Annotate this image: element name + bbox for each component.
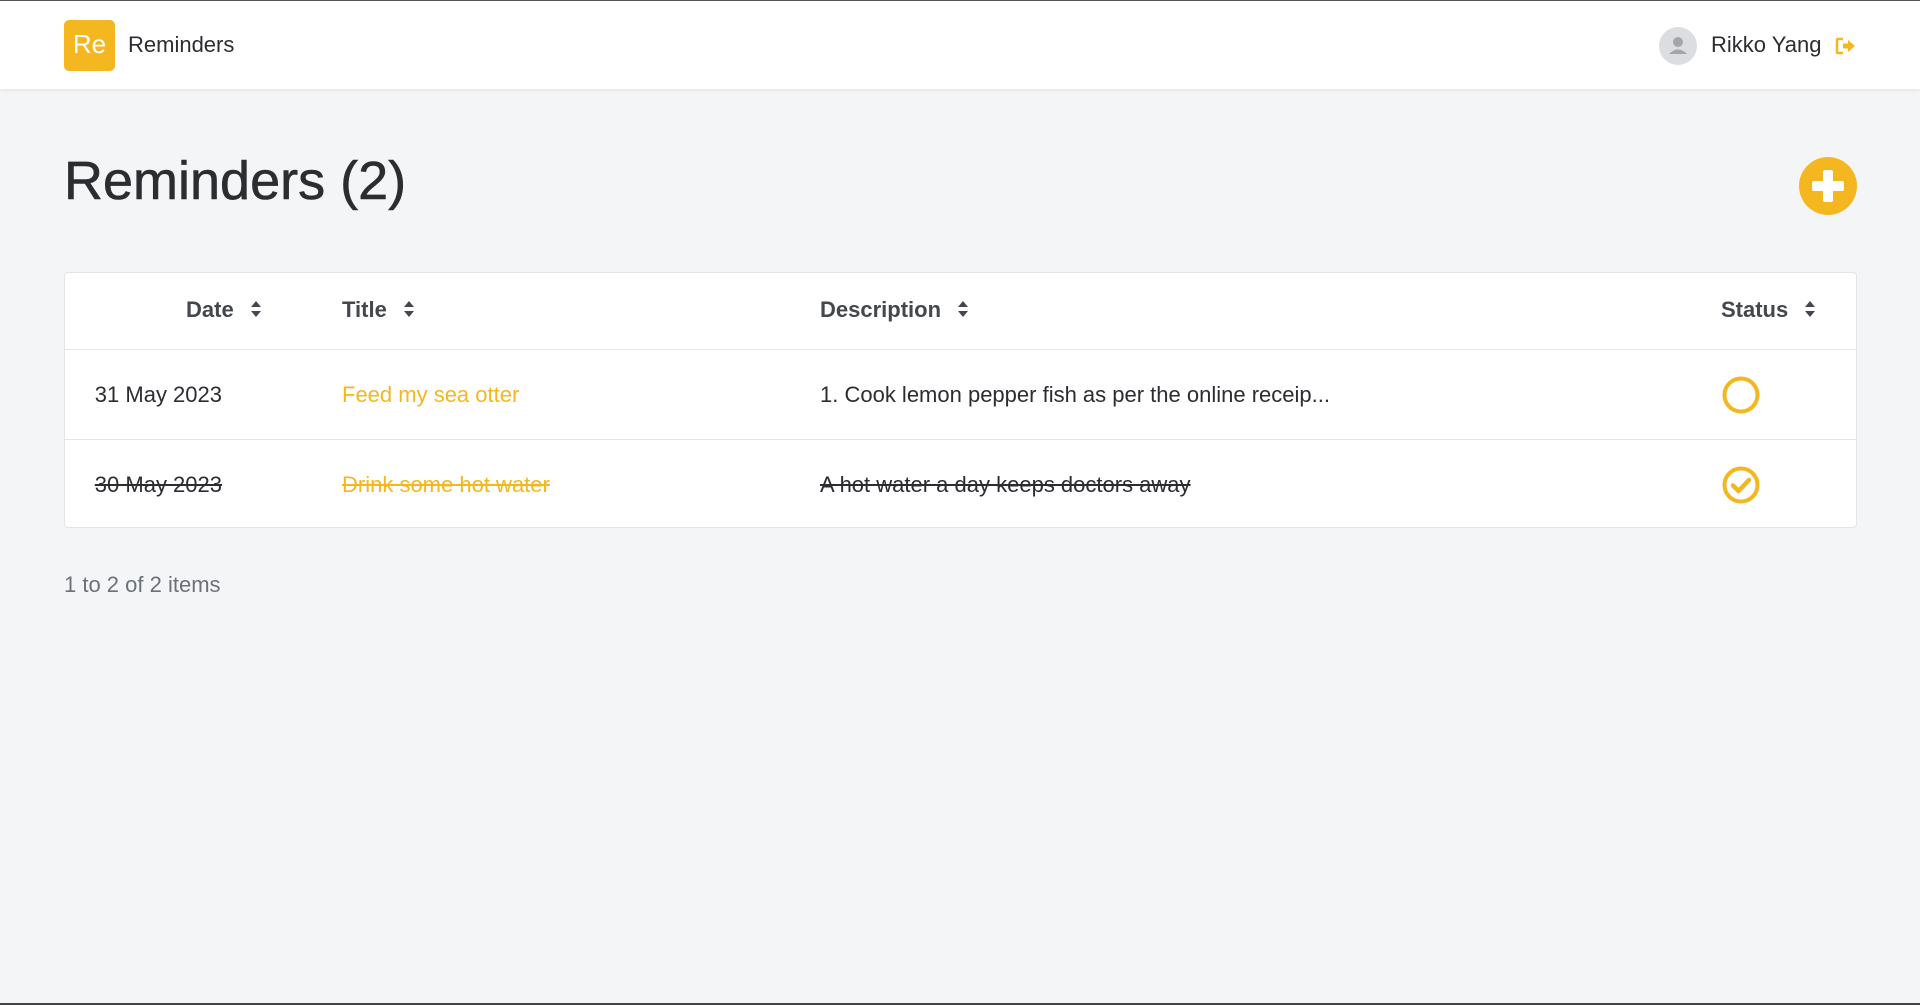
reminder-description: A hot water a day keeps doctors away — [820, 472, 1191, 497]
column-header-description[interactable]: Description — [820, 297, 969, 323]
check-circle-icon — [1722, 466, 1760, 504]
reminders-table: Date Title Description Status 31 May 202… — [64, 272, 1857, 528]
reminder-title-link[interactable]: Drink some hot water — [342, 472, 550, 498]
reminder-title-link[interactable]: Feed my sea otter — [342, 382, 519, 408]
sort-icon — [403, 301, 414, 317]
status-toggle-button[interactable] — [1721, 375, 1761, 415]
table-row: 31 May 2023 Feed my sea otter 1. Cook le… — [65, 350, 1856, 440]
user-name[interactable]: Rikko Yang — [1711, 32, 1821, 58]
app-name[interactable]: Reminders — [128, 32, 234, 58]
column-header-date[interactable]: Date — [186, 297, 262, 323]
pagination-summary: 1 to 2 of 2 items — [64, 572, 221, 597]
logout-icon[interactable] — [1835, 36, 1857, 56]
sort-icon — [958, 301, 969, 317]
status-toggle-button[interactable] — [1721, 465, 1761, 505]
column-header-status[interactable]: Status — [1721, 297, 1816, 323]
app-logo[interactable]: Re — [64, 20, 115, 71]
empty-circle-icon — [1722, 376, 1760, 414]
reminder-date: 30 May 2023 — [94, 472, 222, 497]
add-reminder-button[interactable] — [1799, 157, 1857, 215]
page-title: Reminders (2) — [64, 151, 407, 212]
sort-icon — [1805, 301, 1816, 317]
top-navbar: Re Reminders Rikko Yang — [0, 0, 1920, 89]
sort-icon — [250, 301, 261, 317]
table-row: 30 May 2023 Drink some hot water A hot w… — [65, 440, 1856, 529]
table-header: Date Title Description Status — [65, 273, 1856, 350]
column-header-title[interactable]: Title — [342, 297, 415, 323]
user-icon — [1669, 37, 1687, 54]
plus-circle-icon — [1812, 170, 1844, 202]
reminder-description: 1. Cook lemon pepper fish as per the onl… — [820, 382, 1330, 407]
reminder-date: 31 May 2023 — [94, 382, 222, 407]
avatar[interactable] — [1659, 27, 1697, 65]
